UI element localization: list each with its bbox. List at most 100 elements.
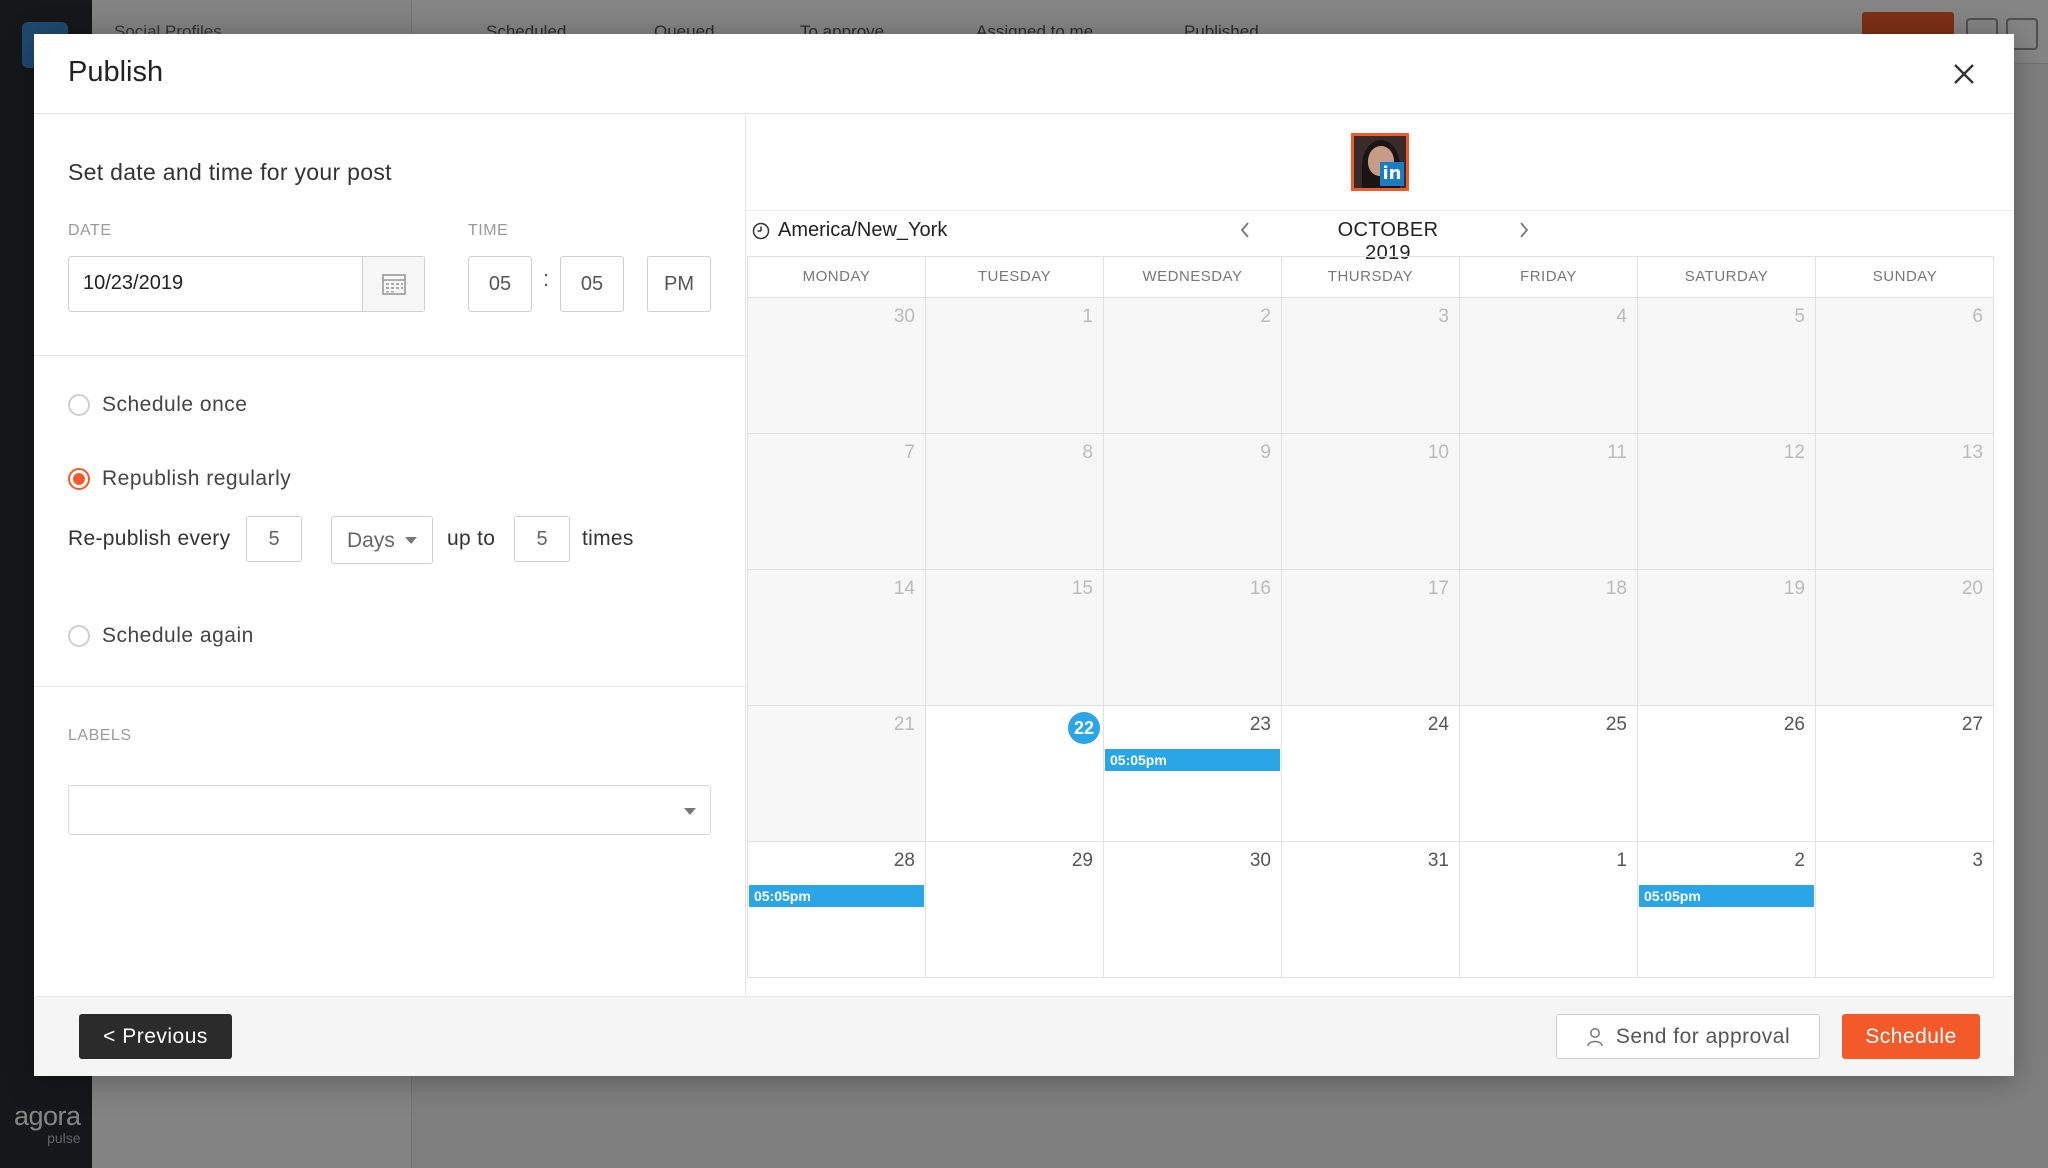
calendar-day-cell[interactable]: 15 (926, 570, 1104, 706)
modal-title: Publish (68, 56, 164, 88)
day-number: 1 (1082, 306, 1093, 327)
republish-prefix: Re-publish every (68, 527, 231, 550)
calendar-day-cell[interactable]: 30 (1104, 842, 1282, 978)
calendar-day-cell[interactable]: 23 05:05pm (1104, 706, 1282, 842)
day-number: 9 (1260, 442, 1271, 463)
calendar-day-cell[interactable]: 17 (1282, 570, 1460, 706)
weekday-label: FRIDAY (1460, 257, 1638, 297)
schedule-again-radio[interactable] (68, 625, 90, 647)
day-number: 17 (1427, 578, 1449, 599)
calendar-day-cell[interactable]: 8 (926, 434, 1104, 570)
calendar-day-cell[interactable]: 24 (1282, 706, 1460, 842)
republish-count-input[interactable]: 5 (514, 516, 570, 562)
labels-label: LABELS (68, 727, 132, 744)
calendar-day-cell[interactable]: 7 (748, 434, 926, 570)
divider (34, 686, 746, 687)
schedule-once-label: Schedule once (102, 393, 248, 416)
day-number: 30 (893, 306, 915, 327)
calendar-day-cell[interactable]: 31 (1282, 842, 1460, 978)
labels-select[interactable] (68, 785, 711, 835)
date-picker-button[interactable] (362, 257, 424, 311)
calendar-day-cell[interactable]: 12 (1638, 434, 1816, 570)
republish-regularly-radio[interactable] (68, 468, 90, 490)
calendar-day-cell[interactable]: 29 (926, 842, 1104, 978)
day-number: 13 (1961, 442, 1983, 463)
date-field[interactable]: 10/23/2019 (68, 256, 425, 312)
schedule-once-option[interactable]: Schedule once (68, 393, 247, 417)
republish-interval-input[interactable]: 5 (246, 516, 302, 562)
republish-regularly-option[interactable]: Republish regularly (68, 467, 291, 491)
day-number: 16 (1249, 578, 1271, 599)
calendar-day-cell[interactable]: 10 (1282, 434, 1460, 570)
linkedin-badge-icon: in (1380, 162, 1404, 186)
day-number: 4 (1616, 306, 1627, 327)
republish-upto: up to (447, 527, 496, 550)
republish-unit-value: Days (347, 529, 395, 552)
calendar-day-cell[interactable]: 14 (748, 570, 926, 706)
day-number: 25 (1605, 714, 1627, 735)
calendar-day-cell[interactable]: 27 (1816, 706, 1994, 842)
calendar-day-cell[interactable]: 2 (1104, 298, 1282, 434)
day-number: 26 (1783, 714, 1805, 735)
day-number: 10 (1427, 442, 1449, 463)
calendar-day-cell[interactable]: 4 (1460, 298, 1638, 434)
day-number: 12 (1783, 442, 1805, 463)
calendar-day-cell[interactable]: 6 (1816, 298, 1994, 434)
modal-body: Set date and time for your post DATE 10/… (34, 114, 2014, 997)
weekday-label: TUESDAY (926, 257, 1104, 297)
profile-avatar[interactable]: in (1351, 133, 1409, 191)
day-number: 29 (1071, 850, 1093, 871)
calendar-day-cell[interactable]: 2 05:05pm (1638, 842, 1816, 978)
close-button[interactable] (1944, 54, 1984, 94)
day-number: 3 (1972, 850, 1983, 871)
chevron-down-icon (684, 808, 696, 815)
divider (746, 210, 2014, 211)
weekday-label: MONDAY (748, 257, 926, 297)
modal-header: Publish (34, 34, 2014, 114)
calendar-day-cell[interactable]: 1 (926, 298, 1104, 434)
calendar-day-cell[interactable]: 1 (1460, 842, 1638, 978)
calendar-day-cell[interactable]: 26 (1638, 706, 1816, 842)
republish-unit-select[interactable]: Days (331, 516, 433, 564)
scheduled-post-event[interactable]: 05:05pm (1105, 749, 1280, 771)
calendar-day-cell[interactable]: 3 (1816, 842, 1994, 978)
calendar-day-cell[interactable]: 28 05:05pm (748, 842, 926, 978)
prev-month-button[interactable] (1230, 215, 1260, 245)
calendar-day-cell[interactable]: 3 (1282, 298, 1460, 434)
scheduled-post-event[interactable]: 05:05pm (749, 885, 924, 907)
hour-input[interactable]: 05 (468, 256, 532, 312)
next-month-button[interactable] (1509, 215, 1539, 245)
chevron-left-icon (1240, 222, 1249, 238)
calendar-day-cell[interactable]: 25 (1460, 706, 1638, 842)
send-for-approval-label: Send for approval (1615, 1024, 1791, 1048)
calendar-day-cell[interactable]: 22 (926, 706, 1104, 842)
ampm-toggle[interactable]: PM (647, 256, 711, 312)
calendar-day-cell[interactable]: 11 (1460, 434, 1638, 570)
calendar-day-cell[interactable]: 9 (1104, 434, 1282, 570)
schedule-button[interactable]: Schedule (1842, 1014, 1980, 1059)
schedule-settings-pane: Set date and time for your post DATE 10/… (34, 114, 746, 997)
time-separator: : (543, 266, 550, 291)
day-number: 2 (1794, 850, 1805, 871)
day-number: 28 (893, 850, 915, 871)
calendar-day-cell[interactable]: 19 (1638, 570, 1816, 706)
today-badge: 22 (1068, 712, 1100, 744)
schedule-again-option[interactable]: Schedule again (68, 624, 254, 648)
scheduled-post-event[interactable]: 05:05pm (1639, 885, 1814, 907)
calendar-pane: in America/New_York OCTOBER 2019 MONDAY … (746, 114, 2014, 997)
weekday-label: SUNDAY (1872, 268, 1938, 285)
day-number: 15 (1071, 578, 1093, 599)
calendar-day-cell[interactable]: 20 (1816, 570, 1994, 706)
day-number: 2 (1260, 306, 1271, 327)
calendar-day-cell[interactable]: 21 (748, 706, 926, 842)
previous-button[interactable]: < Previous (79, 1014, 232, 1059)
day-number: 21 (893, 714, 915, 735)
calendar-day-cell[interactable]: 5 (1638, 298, 1816, 434)
calendar-day-cell[interactable]: 18 (1460, 570, 1638, 706)
send-for-approval-button[interactable]: Send for approval (1556, 1014, 1820, 1059)
calendar-day-cell[interactable]: 30 (748, 298, 926, 434)
calendar-day-cell[interactable]: 13 (1816, 434, 1994, 570)
minute-input[interactable]: 05 (560, 256, 624, 312)
schedule-once-radio[interactable] (68, 394, 90, 416)
calendar-day-cell[interactable]: 16 (1104, 570, 1282, 706)
